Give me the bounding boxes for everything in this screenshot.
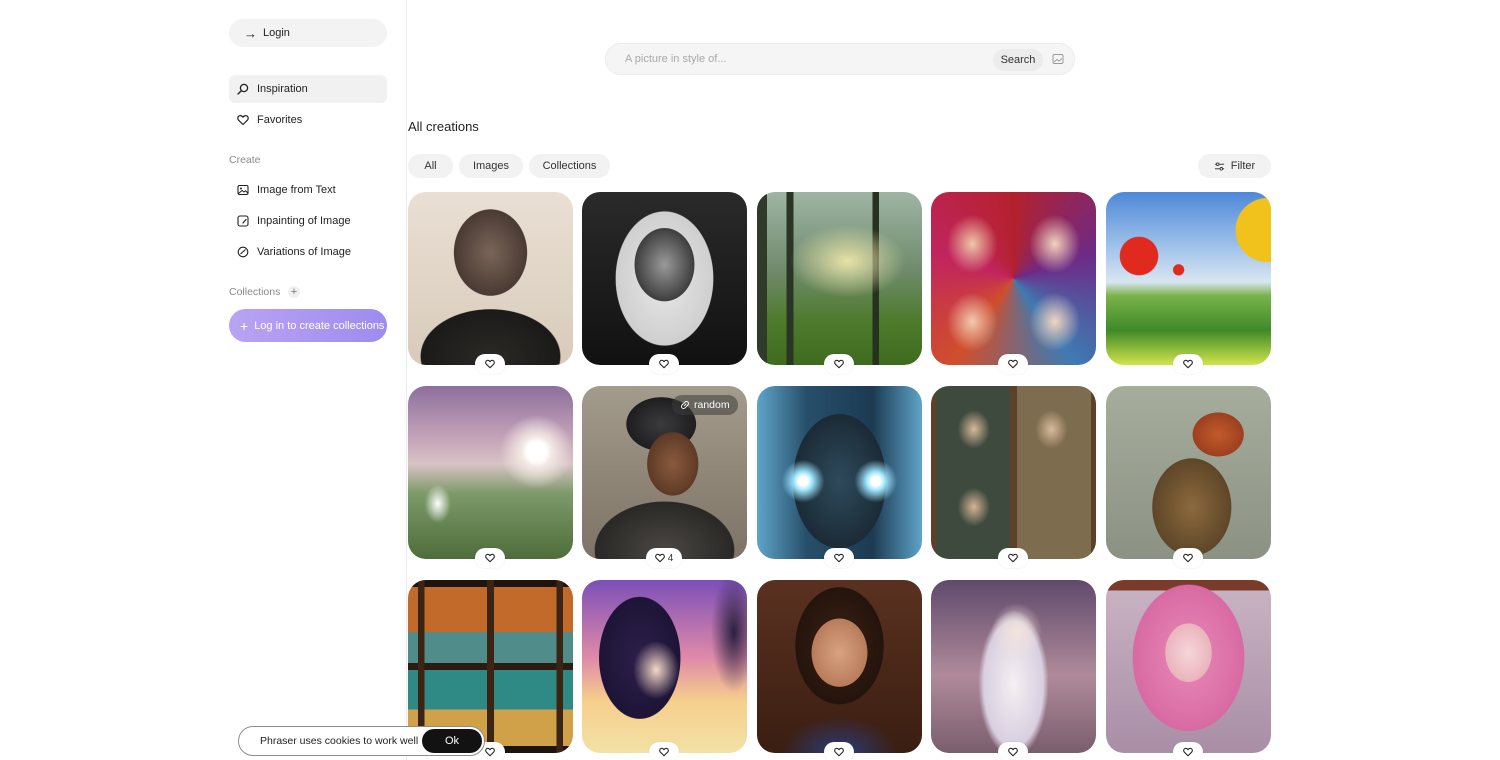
sidebar-item-inspiration[interactable]: Inspiration xyxy=(229,75,387,103)
heart-icon xyxy=(659,747,669,757)
like-button[interactable] xyxy=(1173,548,1203,568)
login-button[interactable]: → Login xyxy=(229,19,387,47)
login-arrow-icon: → xyxy=(244,25,257,41)
heart-icon xyxy=(659,359,669,369)
artwork-image xyxy=(582,580,747,753)
artwork-image xyxy=(931,386,1096,559)
heart-icon xyxy=(1008,359,1018,369)
artwork-image xyxy=(1106,580,1271,753)
like-button[interactable] xyxy=(1173,742,1203,760)
plus-icon: + xyxy=(290,285,298,298)
random-badge[interactable]: random xyxy=(672,395,738,415)
tab-images[interactable]: Images xyxy=(459,154,523,178)
gallery-card[interactable] xyxy=(931,192,1096,365)
like-count: 4 xyxy=(667,552,674,564)
gallery-card[interactable] xyxy=(408,386,573,559)
tab-all[interactable]: All xyxy=(408,154,453,178)
like-button[interactable] xyxy=(998,354,1028,374)
gallery-card[interactable] xyxy=(1106,580,1271,753)
like-button[interactable] xyxy=(998,548,1028,568)
search-bar: Search xyxy=(605,43,1075,75)
artwork-image xyxy=(931,192,1096,365)
artwork-image xyxy=(408,386,573,559)
heart-icon xyxy=(485,553,495,563)
image-icon xyxy=(237,184,249,196)
gallery-card[interactable] xyxy=(931,580,1096,753)
artwork-image xyxy=(757,580,922,753)
heart-icon xyxy=(485,359,495,369)
filter-icon xyxy=(1214,161,1224,171)
search-button[interactable]: Search xyxy=(993,49,1043,71)
add-collection-button[interactable]: + xyxy=(288,286,300,298)
cookie-message: Phraser uses cookies to work well xyxy=(260,735,419,747)
image-search-icon[interactable] xyxy=(1052,53,1064,65)
filter-button[interactable]: Filter xyxy=(1198,154,1271,178)
heart-icon xyxy=(1008,747,1018,757)
like-button[interactable]: 4 xyxy=(646,548,682,568)
create-section-label: Create xyxy=(229,154,261,166)
heart-icon xyxy=(1183,359,1193,369)
heart-icon xyxy=(485,747,495,757)
like-button[interactable] xyxy=(1173,354,1203,374)
search-icon xyxy=(237,83,249,95)
like-button[interactable] xyxy=(475,354,505,374)
like-button[interactable] xyxy=(824,742,854,760)
artwork-image xyxy=(757,192,922,365)
artwork-image xyxy=(1106,192,1271,365)
sidebar-item-label: Inpainting of Image xyxy=(257,215,351,227)
create-collections-label: Log in to create collections xyxy=(254,319,385,332)
sidebar-item-label: Image from Text xyxy=(257,184,336,196)
link-icon xyxy=(681,401,689,409)
gallery-card[interactable] xyxy=(1106,192,1271,365)
sidebar: → Login Inspiration Favorites Create Ima… xyxy=(0,0,407,760)
random-badge-label: random xyxy=(694,399,730,411)
artwork-image xyxy=(757,386,922,559)
heart-icon xyxy=(654,553,665,563)
collections-section-label: Collections xyxy=(229,286,281,298)
sidebar-item-image-from-text[interactable]: Image from Text xyxy=(229,176,387,204)
sidebar-item-label: Inspiration xyxy=(257,83,308,95)
artwork-image xyxy=(408,192,573,365)
gallery-card[interactable] xyxy=(408,192,573,365)
like-button[interactable] xyxy=(649,354,679,374)
artwork-image xyxy=(931,580,1096,753)
heart-icon xyxy=(834,359,844,369)
gallery-card[interactable] xyxy=(582,580,747,753)
sidebar-item-inpainting[interactable]: Inpainting of Image xyxy=(229,207,387,235)
gallery-card[interactable] xyxy=(1106,386,1271,559)
sidebar-item-favorites[interactable]: Favorites xyxy=(229,106,387,134)
cookie-ok-button[interactable]: Ok xyxy=(422,729,482,753)
gallery-card[interactable] xyxy=(582,192,747,365)
gallery-card[interactable] xyxy=(757,580,922,753)
artwork-image xyxy=(582,192,747,365)
like-button[interactable] xyxy=(649,742,679,760)
heart-icon xyxy=(834,747,844,757)
sidebar-item-variations[interactable]: Variations of Image xyxy=(229,238,387,266)
filter-label: Filter xyxy=(1230,160,1256,172)
tab-collections[interactable]: Collections xyxy=(529,154,610,178)
heart-icon xyxy=(834,553,844,563)
like-button[interactable] xyxy=(998,742,1028,760)
heart-icon xyxy=(1183,553,1193,563)
artwork-image xyxy=(1106,386,1271,559)
variations-icon xyxy=(237,246,249,258)
heart-icon xyxy=(1008,553,1018,563)
page-title: All creations xyxy=(408,119,479,134)
search-input[interactable] xyxy=(614,48,992,70)
sidebar-item-label: Variations of Image xyxy=(257,246,351,258)
gallery-card[interactable] xyxy=(757,192,922,365)
gallery-card[interactable] xyxy=(757,386,922,559)
heart-icon xyxy=(1183,747,1193,757)
sidebar-item-label: Favorites xyxy=(257,114,303,126)
heart-icon xyxy=(237,114,249,126)
like-button[interactable] xyxy=(475,548,505,568)
login-label: Login xyxy=(263,27,290,39)
plus-icon: + xyxy=(240,317,249,334)
create-collections-button[interactable]: + Log in to create collections xyxy=(229,309,387,342)
inpaint-icon xyxy=(237,215,249,227)
like-button[interactable] xyxy=(824,548,854,568)
like-button[interactable] xyxy=(824,354,854,374)
gallery-card[interactable] xyxy=(931,386,1096,559)
